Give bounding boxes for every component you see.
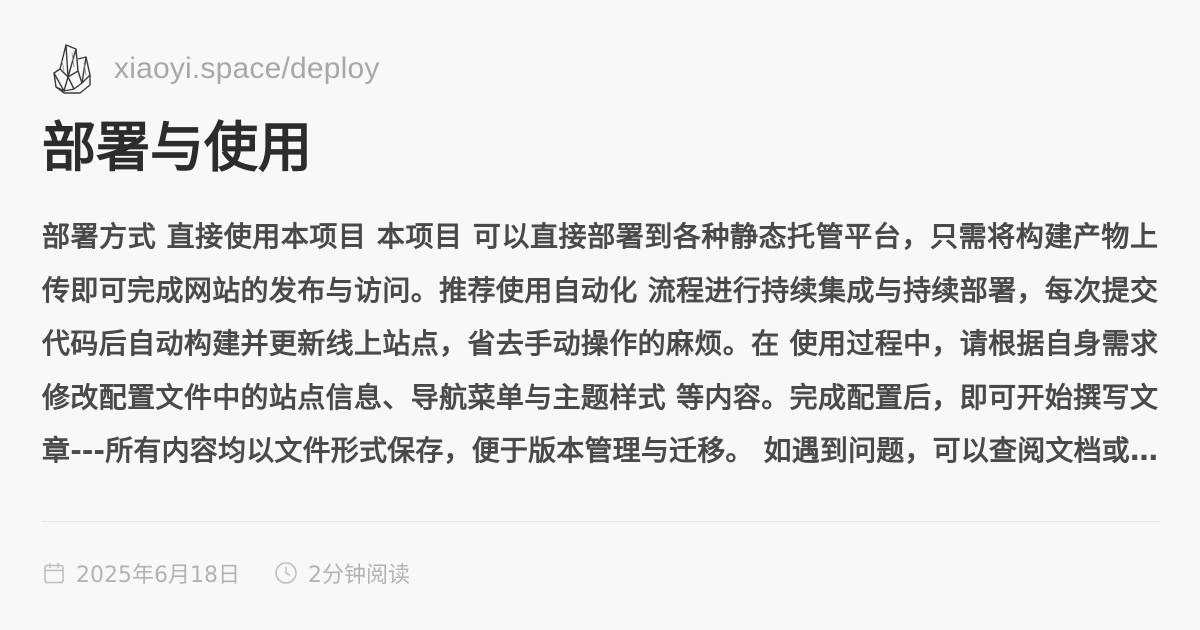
post-excerpt: 部署方式 直接使用本项目 本项目 可以直接部署到各种静态托管平台，只需将构建产物… (42, 220, 1158, 467)
divider (42, 521, 1160, 522)
post-read-time-text: 2分钟阅读 (307, 563, 410, 588)
site-header: xiaoyi.space/deploy (42, 40, 1158, 98)
post-date-text: 2025年6月18日 (76, 563, 240, 588)
post-meta: 2025年6月18日 2分钟阅读 (42, 556, 444, 590)
post-read-time: 2分钟阅读 (274, 557, 410, 589)
post-date: 2025年6月18日 (42, 557, 240, 589)
og-card: xiaoyi.space/deploy 部署与使用 部署方式 直接使用本项目 本… (0, 0, 1200, 630)
calendar-icon (44, 562, 64, 584)
site-url[interactable]: xiaoyi.space/deploy (114, 52, 380, 86)
post-title: 部署与使用 (42, 116, 312, 179)
clock-icon (275, 562, 297, 584)
crystal-cluster-icon (53, 44, 91, 94)
